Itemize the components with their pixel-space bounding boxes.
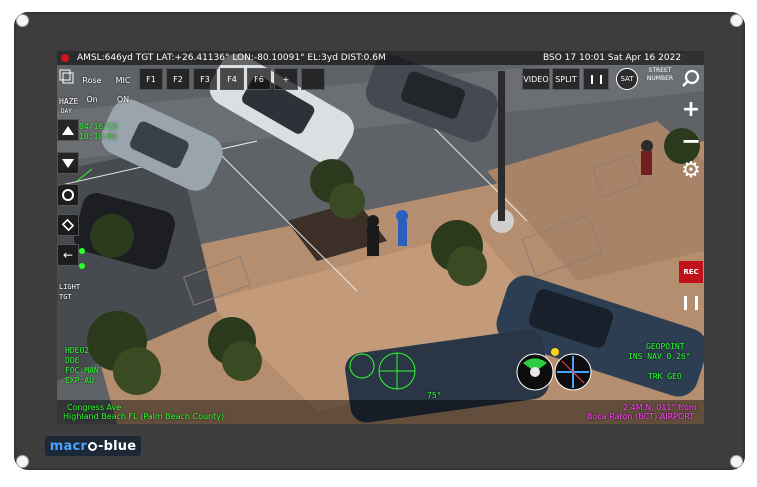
street-label: STREET: [648, 67, 672, 74]
pause-icon: [684, 296, 698, 310]
hud-line-1: HDEO2: [65, 346, 90, 355]
f2-button[interactable]: F2: [166, 68, 190, 90]
street-name: Congress Ave: [67, 403, 122, 412]
f6-button[interactable]: F6: [247, 68, 271, 90]
mic-toggle[interactable]: MIC ON: [112, 68, 134, 104]
search-button[interactable]: [679, 67, 703, 91]
tgt-label: TGT: [59, 293, 72, 301]
light-label: LIGHT: [59, 283, 81, 291]
split-button[interactable]: SPLIT: [552, 68, 580, 90]
settings-button[interactable]: ⚙: [679, 159, 703, 183]
haze-label: HAZE: [59, 97, 79, 106]
rec-label: REC: [683, 268, 699, 276]
video-screen[interactable]: AMSL:646yd TGT LAT:+26.41136° LON:-80.10…: [57, 51, 704, 424]
screw-bottom-right: [730, 455, 743, 468]
record-indicator-icon: [61, 54, 69, 62]
plus-icon: +: [681, 97, 701, 122]
tilt-up-button[interactable]: [57, 119, 79, 141]
rose-label: Rose: [82, 76, 102, 85]
sat-button[interactable]: SAT: [616, 68, 638, 90]
hud-line-2: DDE: [65, 356, 80, 365]
brand-text-part2: -blue: [98, 438, 137, 454]
gimbal-compass-widget: [515, 347, 595, 393]
blank-preset-button[interactable]: [301, 68, 325, 90]
f4-button[interactable]: F4: [220, 68, 244, 90]
hud-line-3: FOC:MAN: [65, 366, 99, 375]
triangle-down-icon: [62, 158, 74, 168]
rose-state: On: [86, 95, 98, 104]
hud-time: 10:10:01: [79, 132, 118, 141]
airport-name: Boca Raton (BCT) AIRPORT: [587, 412, 695, 421]
triangle-up-icon: [62, 125, 74, 135]
hud-date: 04/16/22: [79, 122, 118, 131]
layers-stack-button[interactable]: [57, 214, 79, 236]
day-label: DAY: [61, 108, 72, 115]
track-mode-label: TRK GEO: [648, 372, 682, 381]
distance-from-airport: 2.4M N, 011° from: [623, 403, 697, 412]
brand-logo: macr -blue: [45, 436, 141, 456]
add-preset-button[interactable]: +: [274, 68, 298, 90]
mic-label: MIC: [115, 76, 131, 85]
geopoint-label: GEOPOINT: [646, 342, 685, 351]
datetime-readout: BSO 17 10:01 Sat Apr 16 2022: [543, 53, 682, 63]
zoom-in-button[interactable]: +: [679, 98, 703, 122]
stack-icon: [61, 218, 75, 232]
brand-text-part1: macr: [49, 438, 87, 454]
screw-top-left: [16, 14, 29, 27]
search-icon: [682, 69, 700, 87]
pause-video-button[interactable]: [583, 68, 609, 90]
telemetry-bar: AMSL:646yd TGT LAT:+26.41136° LON:-80.10…: [57, 51, 704, 65]
pause-icon: [590, 74, 602, 84]
layers-icon[interactable]: [58, 68, 76, 86]
street-sublabel: NUMBER: [646, 75, 674, 82]
video-button[interactable]: VIDEO: [522, 68, 550, 90]
screw-bottom-left: [16, 455, 29, 468]
back-button[interactable]: ←: [57, 244, 79, 266]
hud-line-4: EXP:AU: [65, 376, 94, 385]
target-button[interactable]: [57, 184, 79, 206]
rec-button[interactable]: REC: [679, 261, 703, 283]
f1-button[interactable]: F1: [139, 68, 163, 90]
minus-icon: −: [680, 127, 702, 155]
tilt-down-button[interactable]: [57, 152, 79, 174]
telemetry-readout: AMSL:646yd TGT LAT:+26.41136° LON:-80.10…: [77, 53, 386, 63]
pause-recording-button[interactable]: [679, 291, 703, 315]
sat-label: SAT: [620, 75, 634, 83]
zoom-out-button[interactable]: −: [679, 129, 703, 153]
street-toggle[interactable]: STREET NUMBER: [642, 67, 678, 87]
brand-o-icon: [88, 441, 97, 451]
locality-name: Highland Beach FL (Palm Beach County): [63, 412, 225, 421]
hud-left-lines: HDEO2 DDE FOC:MAN EXP:AU: [65, 346, 99, 386]
ins-nav-label: INS NAV 0.26°: [628, 352, 691, 361]
aerial-video-feed: [57, 51, 704, 424]
arrow-left-icon: ←: [62, 248, 74, 262]
f3-button[interactable]: F3: [193, 68, 217, 90]
crosshair-icon: [62, 189, 74, 201]
screw-top-right: [730, 14, 743, 27]
rose-toggle[interactable]: Rose On: [81, 68, 103, 104]
mic-state: ON: [116, 95, 130, 104]
gear-icon: ⚙: [681, 158, 701, 183]
location-bar: Congress Ave Highland Beach FL (Palm Bea…: [57, 400, 704, 424]
